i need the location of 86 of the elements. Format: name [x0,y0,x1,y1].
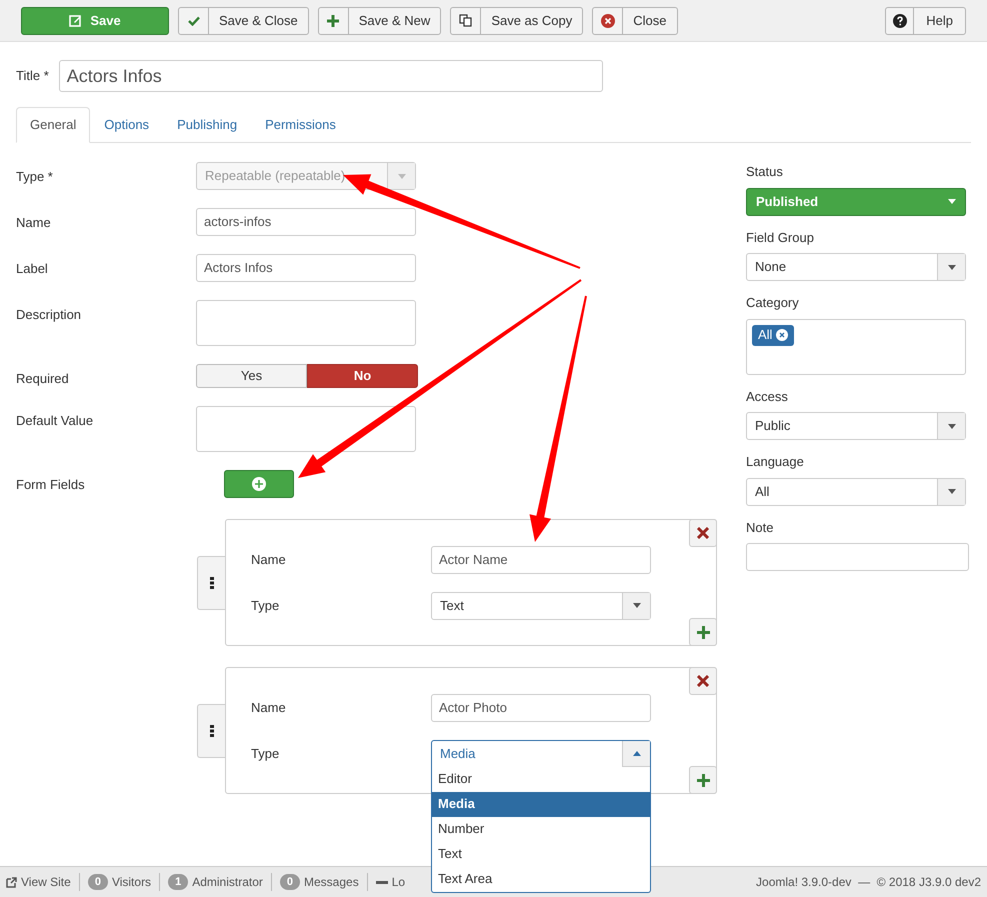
field-label: Default Value [16,412,94,430]
field-label: Note [746,518,774,536]
drag-handle[interactable] [197,704,225,758]
field-label: Name [251,550,287,569]
field-label: Access [746,388,789,406]
select-field[interactable]: All [746,478,966,506]
dropdown-option[interactable]: Text Area [432,866,650,892]
title-label: Title * [16,67,49,86]
field-label: Label [16,260,49,278]
tab[interactable]: Publishing [163,107,252,143]
plus-circle-icon [252,477,266,491]
external-link-icon [6,876,17,888]
field-label: Status [746,163,784,181]
field-label: Type [251,596,280,615]
plus-icon [696,774,710,786]
caret-icon [948,199,956,204]
field-label: Category [746,294,800,312]
edit-icon [69,14,82,27]
field-label: Description [16,306,82,324]
status-link[interactable]: Messages [304,873,359,891]
caret-icon [632,603,640,608]
text-field[interactable]: Actor Photo [431,694,651,722]
status-link[interactable]: Lo [392,873,406,891]
version-text: Joomla! 3.9.0-dev — © 2018 J3.9.0 dev2 [756,874,981,891]
tag-field[interactable]: All [746,318,966,374]
textarea-field[interactable] [196,406,416,452]
status-link[interactable]: View Site [21,873,71,891]
field-label: Type * [16,168,54,186]
toolbar-button[interactable]: Save & Close [178,6,309,34]
copy-icon [459,14,472,27]
drag-handle[interactable] [197,556,225,610]
check-icon [188,16,200,26]
toggle-option[interactable]: Yes [196,364,307,388]
tab[interactable]: Permissions [251,107,350,143]
caret-icon [948,264,956,270]
help-icon [892,14,907,28]
help-button[interactable]: Help [885,6,966,34]
caret-icon [948,424,956,428]
dropdown-option[interactable]: Editor [432,766,650,792]
field-label: Type [251,744,280,763]
count-badge: 0 [88,874,108,890]
minus-icon [376,880,388,884]
field-label: Form Fields [16,476,86,494]
tab[interactable]: Options [90,107,164,143]
toolbar-button[interactable]: Save & New [318,6,442,34]
field-label: Name [16,214,52,232]
category-tag[interactable]: All [752,324,794,346]
close-icon [697,675,709,687]
plus-icon [327,14,340,26]
text-field[interactable]: Actors Infos [196,254,416,282]
text-field[interactable]: Actor Name [431,546,651,574]
remove-button[interactable] [689,667,717,695]
close-icon [600,14,615,28]
status-link[interactable]: Visitors [112,873,152,891]
select-field[interactable]: None [746,253,966,281]
count-badge: 0 [280,874,300,890]
field-label: Name [251,698,287,717]
dropdown-option[interactable]: Number [432,816,650,842]
drag-dots-icon [210,577,214,589]
select-field[interactable]: Text [431,592,651,620]
select-field[interactable]: Media [431,740,651,768]
field-label: Language [746,453,805,471]
caret-icon [398,174,406,178]
remove-icon[interactable] [776,329,788,341]
dropdown-option[interactable]: Text [432,842,650,866]
caret-icon [632,750,640,756]
field-label: Required [16,370,70,388]
status-link[interactable]: Administrator [192,873,263,891]
remove-button[interactable] [689,519,717,547]
add-button[interactable] [224,470,294,498]
plus-icon [696,626,710,638]
tab[interactable]: General [16,107,90,143]
text-field[interactable]: actors-infos [196,208,416,236]
field-label: Field Group [746,228,815,247]
drag-dots-icon [210,725,214,737]
title-field[interactable]: Actors Infos [58,60,603,92]
count-badge: 1 [168,874,188,890]
textarea-field[interactable] [196,300,416,346]
close-icon [697,527,709,539]
select-field[interactable]: Public [746,412,966,440]
caret-icon [948,489,956,494]
toggle-option[interactable]: No [307,364,418,388]
text-field[interactable] [746,543,969,571]
toolbar-button[interactable]: Save as Copy [450,6,584,34]
toolbar-button[interactable]: Close [592,6,678,34]
dropdown-option[interactable]: Media [432,792,650,816]
